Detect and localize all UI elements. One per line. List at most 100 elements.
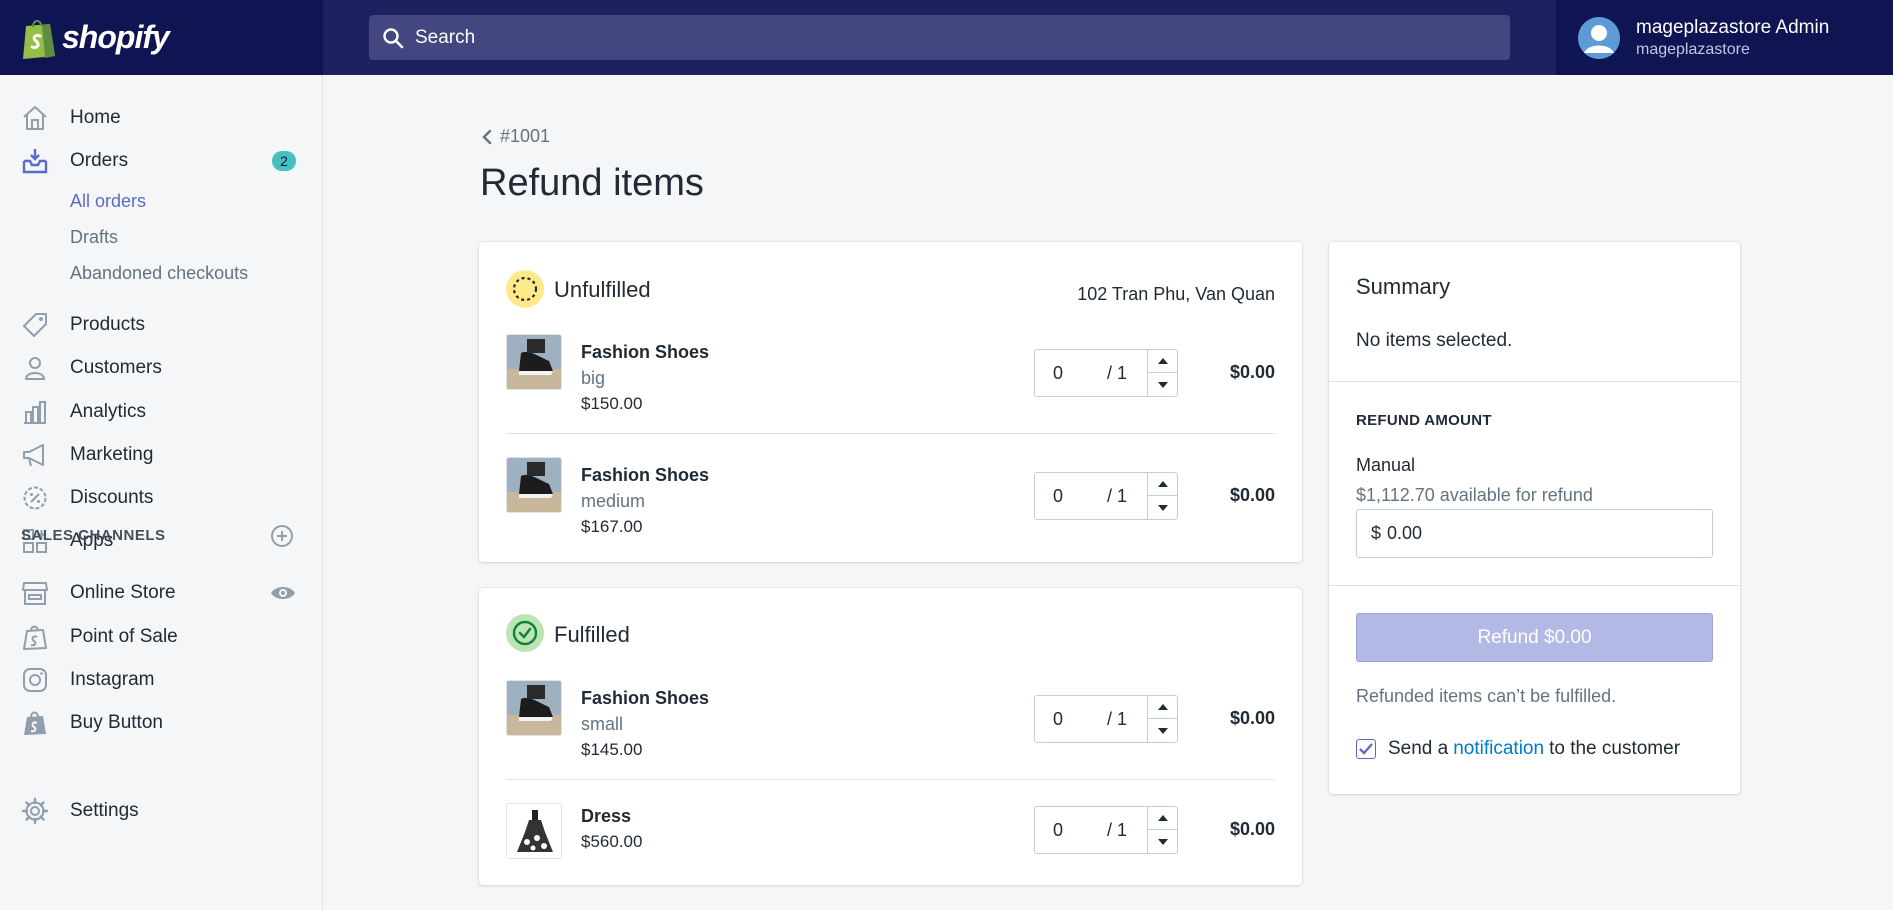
sidebar-item-label: Online Store	[70, 582, 176, 603]
sidebar-item-home[interactable]: Home	[0, 98, 323, 138]
eye-icon[interactable]	[270, 583, 296, 603]
divider	[506, 433, 1275, 434]
send-notification-checkbox[interactable]: Send a notification to the customer	[1356, 738, 1680, 760]
product-price: $150.00	[581, 394, 643, 413]
checkmark-icon	[1359, 743, 1373, 755]
product-variant: small	[581, 714, 624, 734]
sidebar-subitem-drafts[interactable]: Drafts	[70, 227, 118, 248]
sidebar-item-online-store[interactable]: Online Store	[0, 573, 323, 613]
caret-down-icon	[1157, 838, 1168, 845]
store-icon	[20, 578, 50, 608]
divider	[506, 779, 1275, 780]
sidebar-item-customers[interactable]: Customers	[0, 348, 323, 388]
search-icon	[383, 27, 404, 48]
caret-up-icon	[1157, 481, 1168, 487]
refund-amount-heading: REFUND AMOUNT	[1356, 412, 1492, 429]
decrement-button[interactable]	[1148, 830, 1177, 853]
decrement-button[interactable]	[1148, 373, 1177, 396]
sidebar-item-label: Settings	[70, 800, 139, 821]
product-thumbnail	[506, 680, 562, 736]
increment-button[interactable]	[1148, 696, 1177, 719]
sidebar-item-buy-button[interactable]: Buy Button	[0, 703, 323, 743]
caret-down-icon	[1157, 381, 1168, 388]
product-name[interactable]: Fashion Shoes	[581, 465, 709, 486]
top-bar: shopify Search mageplazastore Admin mage…	[0, 0, 1893, 75]
fulfilled-title: Fulfilled	[554, 622, 630, 647]
gear-icon	[20, 796, 50, 826]
product-name[interactable]: Fashion Shoes	[581, 688, 709, 709]
caret-up-icon	[1157, 815, 1168, 821]
product-variant: big	[581, 368, 606, 388]
sidebar-item-point-of-sale[interactable]: Point of Sale	[0, 617, 323, 657]
product-thumbnail	[506, 457, 562, 513]
line-total: $0.00	[1229, 819, 1275, 839]
increment-button[interactable]	[1148, 807, 1177, 830]
sidebar-item-discounts[interactable]: Discounts	[0, 478, 323, 518]
page-title: Refund items	[480, 162, 704, 204]
pos-icon	[20, 622, 50, 652]
sidebar-item-instagram[interactable]: Instagram	[0, 660, 323, 700]
summary-card: Summary No items selected. REFUND AMOUNT…	[1329, 242, 1740, 794]
chevron-left-icon	[482, 129, 492, 144]
product-name[interactable]: Dress	[581, 806, 631, 827]
sidebar-item-label: Buy Button	[70, 712, 163, 733]
line-item: Fashion Shoes small $145.00 0 / 1 $0.00	[506, 680, 1275, 780]
sidebar-item-marketing[interactable]: Marketing	[0, 435, 323, 475]
fulfilled-status-icon	[506, 614, 544, 652]
sidebar-subitem-all-orders[interactable]: All orders	[70, 191, 146, 212]
product-thumbnail	[506, 334, 562, 390]
person-icon	[20, 353, 50, 383]
home-icon	[20, 103, 50, 133]
quantity-stepper[interactable]: 0 / 1	[1034, 695, 1178, 743]
notification-link[interactable]: notification	[1453, 738, 1544, 760]
sidebar-item-label: Products	[70, 314, 145, 335]
user-menu[interactable]: mageplazastore Admin mageplazastore	[1556, 0, 1893, 75]
orders-icon	[20, 146, 50, 176]
sidebar-item-label: Marketing	[70, 444, 154, 465]
breadcrumb-back[interactable]: #1001	[480, 126, 550, 147]
quantity-stepper[interactable]: 0 / 1	[1034, 349, 1178, 397]
bar-chart-icon	[20, 397, 50, 427]
avatar	[1578, 16, 1620, 59]
sidebar-item-products[interactable]: Products	[0, 305, 323, 345]
line-item: Dress $560.00 0 / 1 $0.00	[506, 803, 1275, 873]
buy-button-icon	[20, 708, 50, 738]
search-input[interactable]: Search	[369, 15, 1510, 60]
sidebar-item-analytics[interactable]: Analytics	[0, 392, 323, 432]
user-name: mageplazastore Admin	[1636, 16, 1830, 38]
sidebar-item-settings[interactable]: Settings	[0, 791, 323, 831]
quantity-value[interactable]: 0	[1053, 709, 1063, 730]
quantity-value[interactable]: 0	[1053, 486, 1063, 507]
refund-button[interactable]: Refund $0.00	[1356, 613, 1713, 662]
line-item: Fashion Shoes big $150.00 0 / 1 $0.00	[506, 334, 1275, 434]
quantity-value[interactable]: 0	[1053, 820, 1063, 841]
unfulfilled-status-icon	[506, 270, 544, 308]
checkbox[interactable]	[1356, 739, 1376, 759]
quantity-stepper[interactable]: 0 / 1	[1034, 806, 1178, 854]
product-price: $145.00	[581, 740, 643, 759]
notify-text-pre: Send a	[1388, 738, 1449, 759]
currency-prefix: $	[1371, 523, 1382, 543]
increment-button[interactable]	[1148, 350, 1177, 373]
refund-amount-input[interactable]: $ 0.00	[1356, 509, 1713, 558]
sidebar-item-label: Home	[70, 107, 121, 128]
sidebar-item-label: Orders	[70, 150, 129, 171]
quantity-value[interactable]: 0	[1053, 363, 1063, 384]
caret-down-icon	[1157, 504, 1168, 511]
logo[interactable]: shopify	[0, 0, 323, 75]
sales-channels-heading: SALES CHANNELS	[21, 527, 166, 544]
quantity-max: / 1	[1107, 485, 1128, 506]
sidebar-subitem-abandoned-checkouts[interactable]: Abandoned checkouts	[70, 263, 248, 284]
increment-button[interactable]	[1148, 473, 1177, 496]
user-store: mageplazastore	[1636, 40, 1750, 58]
location-address: 102 Tran Phu, Van Quan	[1077, 284, 1275, 304]
decrement-button[interactable]	[1148, 496, 1177, 519]
decrement-button[interactable]	[1148, 719, 1177, 742]
product-name[interactable]: Fashion Shoes	[581, 342, 709, 363]
sidebar-item-orders[interactable]: Orders 2	[0, 141, 323, 181]
quantity-max: / 1	[1107, 708, 1128, 729]
add-channel-icon[interactable]	[270, 524, 294, 548]
quantity-stepper[interactable]: 0 / 1	[1034, 472, 1178, 520]
shopify-bag-icon	[23, 19, 55, 59]
tag-icon	[20, 310, 50, 340]
